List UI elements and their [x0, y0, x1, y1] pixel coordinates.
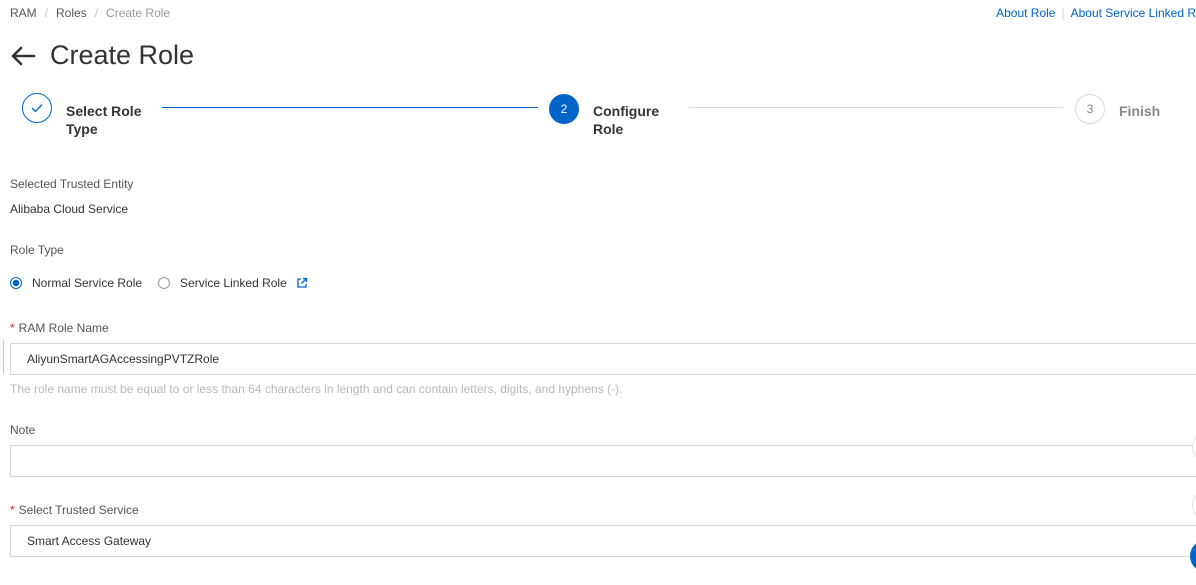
- normal-service-role-radio[interactable]: [10, 277, 22, 289]
- service-linked-role-radio[interactable]: [158, 277, 171, 289]
- drag-handle[interactable]: [0, 340, 4, 374]
- role-name-help-text: The role name must be equal to or less t…: [10, 382, 623, 396]
- breadcrumb-separator: /: [44, 6, 49, 20]
- trusted-service-label: * Select Trusted Service: [10, 503, 139, 517]
- breadcrumb: RAM / Roles / Create Role: [10, 6, 170, 20]
- service-linked-role-label[interactable]: Service Linked Role: [180, 276, 287, 290]
- note-label: Note: [10, 423, 36, 437]
- step-3-circle: 3: [1075, 94, 1105, 124]
- about-role-link[interactable]: About Role: [996, 6, 1055, 20]
- breadcrumb-separator: /: [94, 6, 99, 20]
- back-arrow-icon[interactable]: [10, 45, 36, 67]
- about-service-linked-role-link[interactable]: About Service Linked R: [1071, 6, 1196, 20]
- help-links: About Role | About Service Linked R: [996, 6, 1196, 20]
- page-title: Create Role: [50, 40, 195, 70]
- page-header: Create Role: [10, 40, 194, 71]
- role-type-radio-group: Normal Service Role Service Linked Role: [10, 276, 308, 290]
- trusted-entity-label: Selected Trusted Entity: [10, 177, 134, 191]
- role-name-input[interactable]: AliyunSmartAGAccessingPVTZRole: [10, 343, 1196, 375]
- normal-service-role-label[interactable]: Normal Service Role: [32, 276, 142, 290]
- breadcrumb-ram[interactable]: RAM: [10, 6, 37, 20]
- breadcrumb-roles[interactable]: Roles: [56, 6, 87, 20]
- floating-feedback-button[interactable]: [1192, 490, 1196, 520]
- breadcrumb-current: Create Role: [106, 6, 171, 20]
- external-link-icon[interactable]: [296, 277, 308, 289]
- step-1-circle: [22, 93, 52, 123]
- trusted-service-select[interactable]: Smart Access Gateway: [10, 525, 1196, 557]
- step-connector-pending: [689, 107, 1063, 108]
- link-divider: |: [1061, 6, 1065, 20]
- step-2-label: Configure Role: [593, 103, 660, 137]
- trusted-entity-value: Alibaba Cloud Service: [10, 202, 129, 216]
- step-1-label: Select Role Type: [66, 103, 142, 137]
- check-icon: [31, 104, 43, 113]
- note-input[interactable]: [10, 445, 1196, 477]
- required-mark: *: [10, 503, 15, 517]
- role-type-label: Role Type: [10, 243, 64, 257]
- step-3-label: Finish: [1119, 103, 1161, 119]
- step-2-circle: 2: [549, 94, 579, 124]
- required-mark: *: [10, 321, 15, 335]
- role-name-label: * RAM Role Name: [10, 321, 109, 335]
- step-connector-done: [162, 107, 538, 108]
